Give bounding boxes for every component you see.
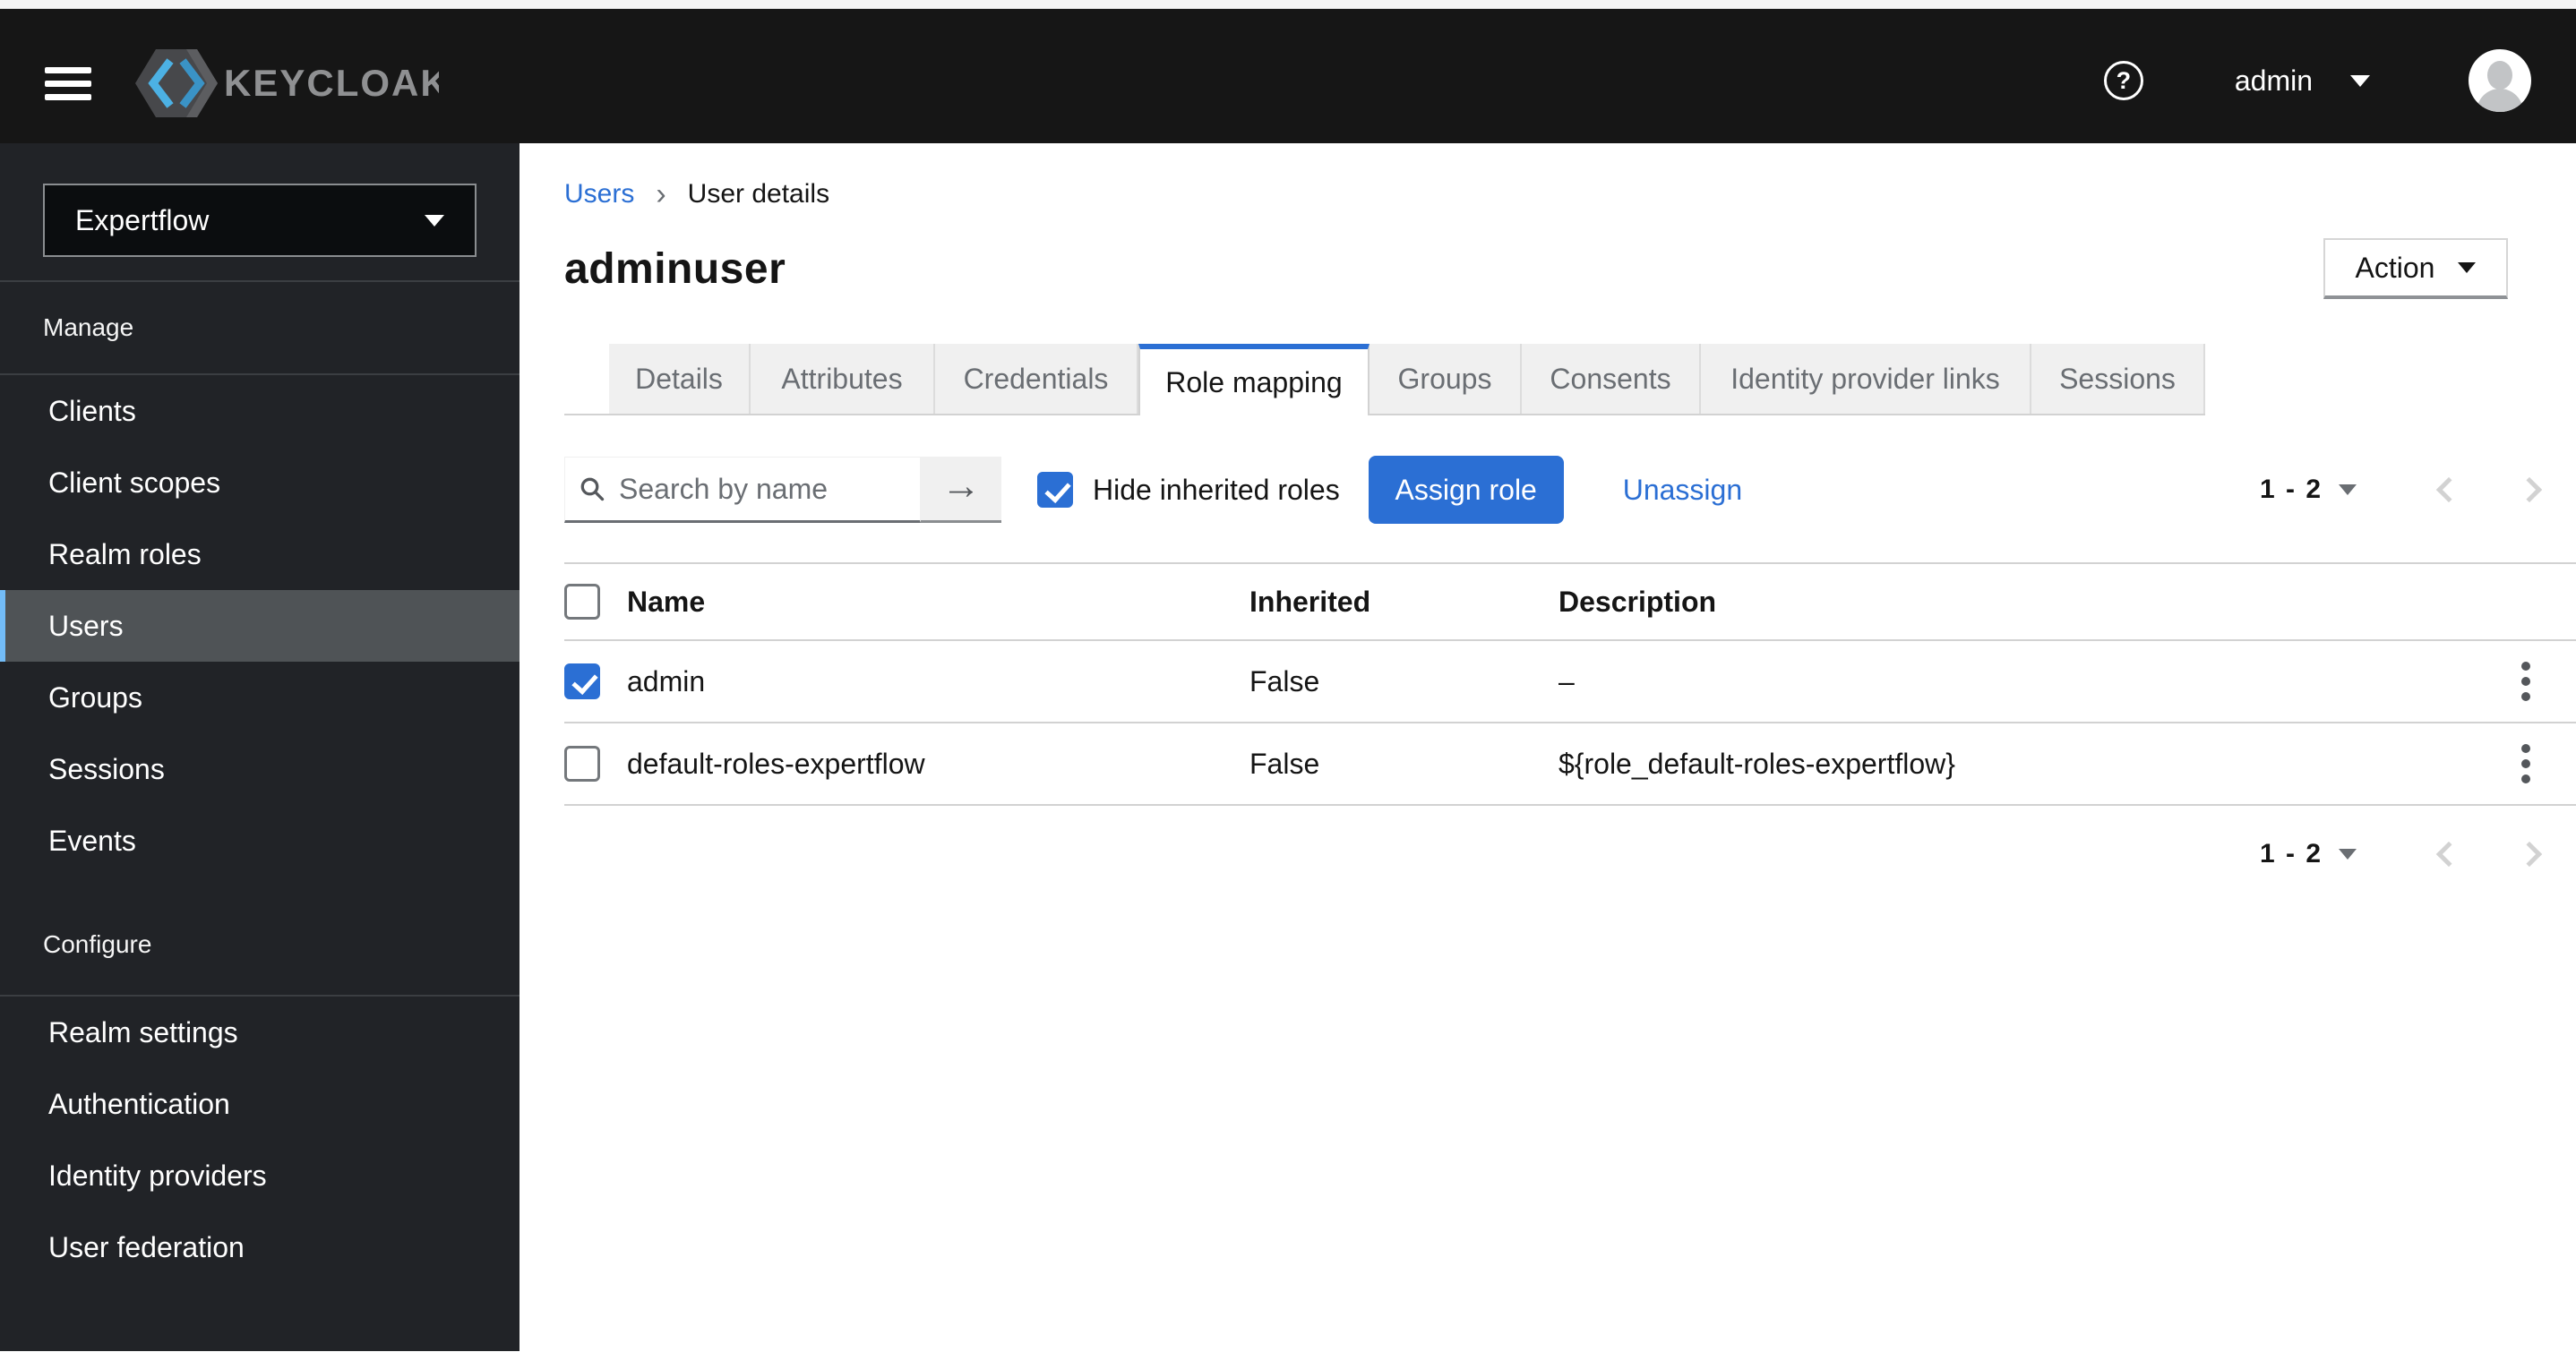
row-checkbox[interactable] (564, 746, 600, 782)
sidebar-item-sessions[interactable]: Sessions (0, 733, 519, 805)
tabbar-underline (564, 414, 2205, 415)
sidebar-item-events[interactable]: Events (0, 805, 519, 877)
row-kebab-menu-icon[interactable] (2506, 737, 2546, 791)
sidebar-item-authentication[interactable]: Authentication (0, 1068, 519, 1140)
table-header-row: Name Inherited Description (564, 562, 2576, 641)
select-all-checkbox[interactable] (564, 584, 600, 620)
chevron-left-icon (2435, 841, 2462, 868)
sidebar-item-identity-providers[interactable]: Identity providers (0, 1140, 519, 1211)
assign-role-button[interactable]: Assign role (1368, 456, 1564, 524)
chevron-left-icon (2435, 476, 2462, 503)
main-content: Users › User details adminuser Action De… (519, 143, 2576, 1351)
hide-inherited-checkbox[interactable] (1037, 472, 1073, 508)
tab-identity-provider-links[interactable]: Identity provider links (1701, 344, 2031, 414)
avatar-torso-icon (2477, 89, 2523, 112)
keycloak-brand-text: KEYCLOAK (224, 62, 439, 104)
realm-selector[interactable]: Expertflow (43, 184, 477, 257)
masthead-right: ? admin (2103, 49, 2531, 112)
keycloak-logo: KEYCLOAK (134, 47, 439, 119)
tab-role-mapping[interactable]: Role mapping (1138, 344, 1370, 415)
breadcrumb-current: User details (687, 179, 830, 209)
user-menu-label: admin (2234, 64, 2313, 97)
chevron-down-icon (2339, 849, 2357, 860)
column-header-description: Description (1558, 585, 1717, 618)
action-dropdown-label: Action (2355, 251, 2435, 284)
search-submit-arrow-icon[interactable]: → (921, 457, 1001, 523)
breadcrumb-separator-icon: › (656, 177, 666, 211)
role-name: default-roles-expertflow (627, 747, 925, 780)
sidebar-item-client-scopes[interactable]: Client scopes (0, 447, 519, 518)
unassign-button[interactable]: Unassign (1623, 474, 1742, 507)
page-header: adminuser Action (564, 238, 2576, 299)
avatar[interactable] (2469, 49, 2531, 112)
pagination-range-toggle[interactable]: 1 - 2 (2260, 475, 2357, 505)
sidebar: Expertflow Manage Clients Client scopes … (0, 143, 519, 1351)
sidebar-item-realm-roles[interactable]: Realm roles (0, 518, 519, 590)
tab-sessions[interactable]: Sessions (2031, 344, 2205, 414)
table-row: admin False – (564, 641, 2576, 723)
search-box (564, 457, 921, 523)
action-dropdown-button[interactable]: Action (2323, 238, 2508, 299)
tab-credentials[interactable]: Credentials (935, 344, 1138, 414)
help-icon[interactable]: ? (2103, 61, 2143, 100)
avatar-head-icon (2487, 61, 2512, 90)
pagination-top: 1 - 2 (2260, 470, 2552, 509)
page-title: adminuser (564, 244, 786, 293)
pagination-bottom-row: 1 - 2 (564, 827, 2576, 881)
chevron-right-icon (2516, 476, 2543, 503)
sidebar-item-groups[interactable]: Groups (0, 662, 519, 733)
role-description: – (1558, 664, 1575, 697)
masthead: KEYCLOAK ? admin (0, 9, 2576, 143)
breadcrumb-users-link[interactable]: Users (564, 179, 634, 210)
pagination-prev-button[interactable] (2426, 834, 2466, 874)
role-mapping-table: Name Inherited Description admin False –… (564, 562, 2576, 806)
pagination-next-button[interactable] (2512, 834, 2552, 874)
chevron-down-icon (2339, 484, 2357, 495)
tabs: Details Attributes Credentials Role mapp… (564, 344, 2576, 415)
role-mapping-toolbar: → Hide inherited roles Assign role Unass… (564, 456, 2576, 524)
sidebar-item-user-federation[interactable]: User federation (0, 1211, 519, 1283)
sidebar-item-users[interactable]: Users (0, 590, 519, 662)
role-name: admin (627, 664, 706, 697)
tab-groups[interactable]: Groups (1370, 344, 1522, 414)
role-inherited: False (1249, 664, 1320, 697)
keycloak-admin-console: KEYCLOAK ? admin Expertflow Manage Clien… (0, 0, 2576, 1352)
tab-details[interactable]: Details (609, 344, 751, 414)
pagination-bottom: 1 - 2 (2260, 834, 2552, 874)
nav-section-manage: Manage (43, 313, 134, 341)
chevron-down-icon (425, 214, 444, 227)
logo-hexagon (135, 49, 218, 117)
sidebar-item-realm-settings[interactable]: Realm settings (0, 997, 519, 1068)
tab-consents[interactable]: Consents (1522, 344, 1701, 414)
nav-section-configure: Configure (43, 930, 152, 958)
realm-selector-label: Expertflow (75, 203, 210, 236)
nav-toggle-hamburger-icon[interactable] (45, 62, 93, 105)
chevron-right-icon (2516, 841, 2543, 868)
hide-inherited-label[interactable]: Hide inherited roles (1093, 474, 1340, 507)
window-top-strip (0, 0, 2576, 9)
table-row: default-roles-expertflow False ${role_de… (564, 723, 2576, 806)
search-icon (580, 477, 605, 501)
sidebar-item-clients[interactable]: Clients (0, 375, 519, 447)
role-description: ${role_default-roles-expertflow} (1558, 747, 1955, 780)
chevron-down-icon (2458, 262, 2477, 273)
tab-attributes[interactable]: Attributes (751, 344, 935, 414)
pagination-range-toggle[interactable]: 1 - 2 (2260, 839, 2357, 869)
breadcrumb: Users › User details (564, 179, 2576, 210)
pagination-next-button[interactable] (2512, 470, 2552, 509)
search-group: → (564, 457, 1001, 523)
user-menu[interactable]: admin (2235, 64, 2370, 98)
pagination-prev-button[interactable] (2426, 470, 2466, 509)
column-header-name: Name (627, 585, 706, 618)
search-input[interactable] (619, 472, 906, 506)
row-kebab-menu-icon[interactable] (2506, 655, 2546, 708)
column-header-inherited: Inherited (1249, 585, 1371, 618)
row-checkbox[interactable] (564, 663, 600, 699)
chevron-down-icon (2350, 74, 2370, 87)
role-inherited: False (1249, 747, 1320, 780)
